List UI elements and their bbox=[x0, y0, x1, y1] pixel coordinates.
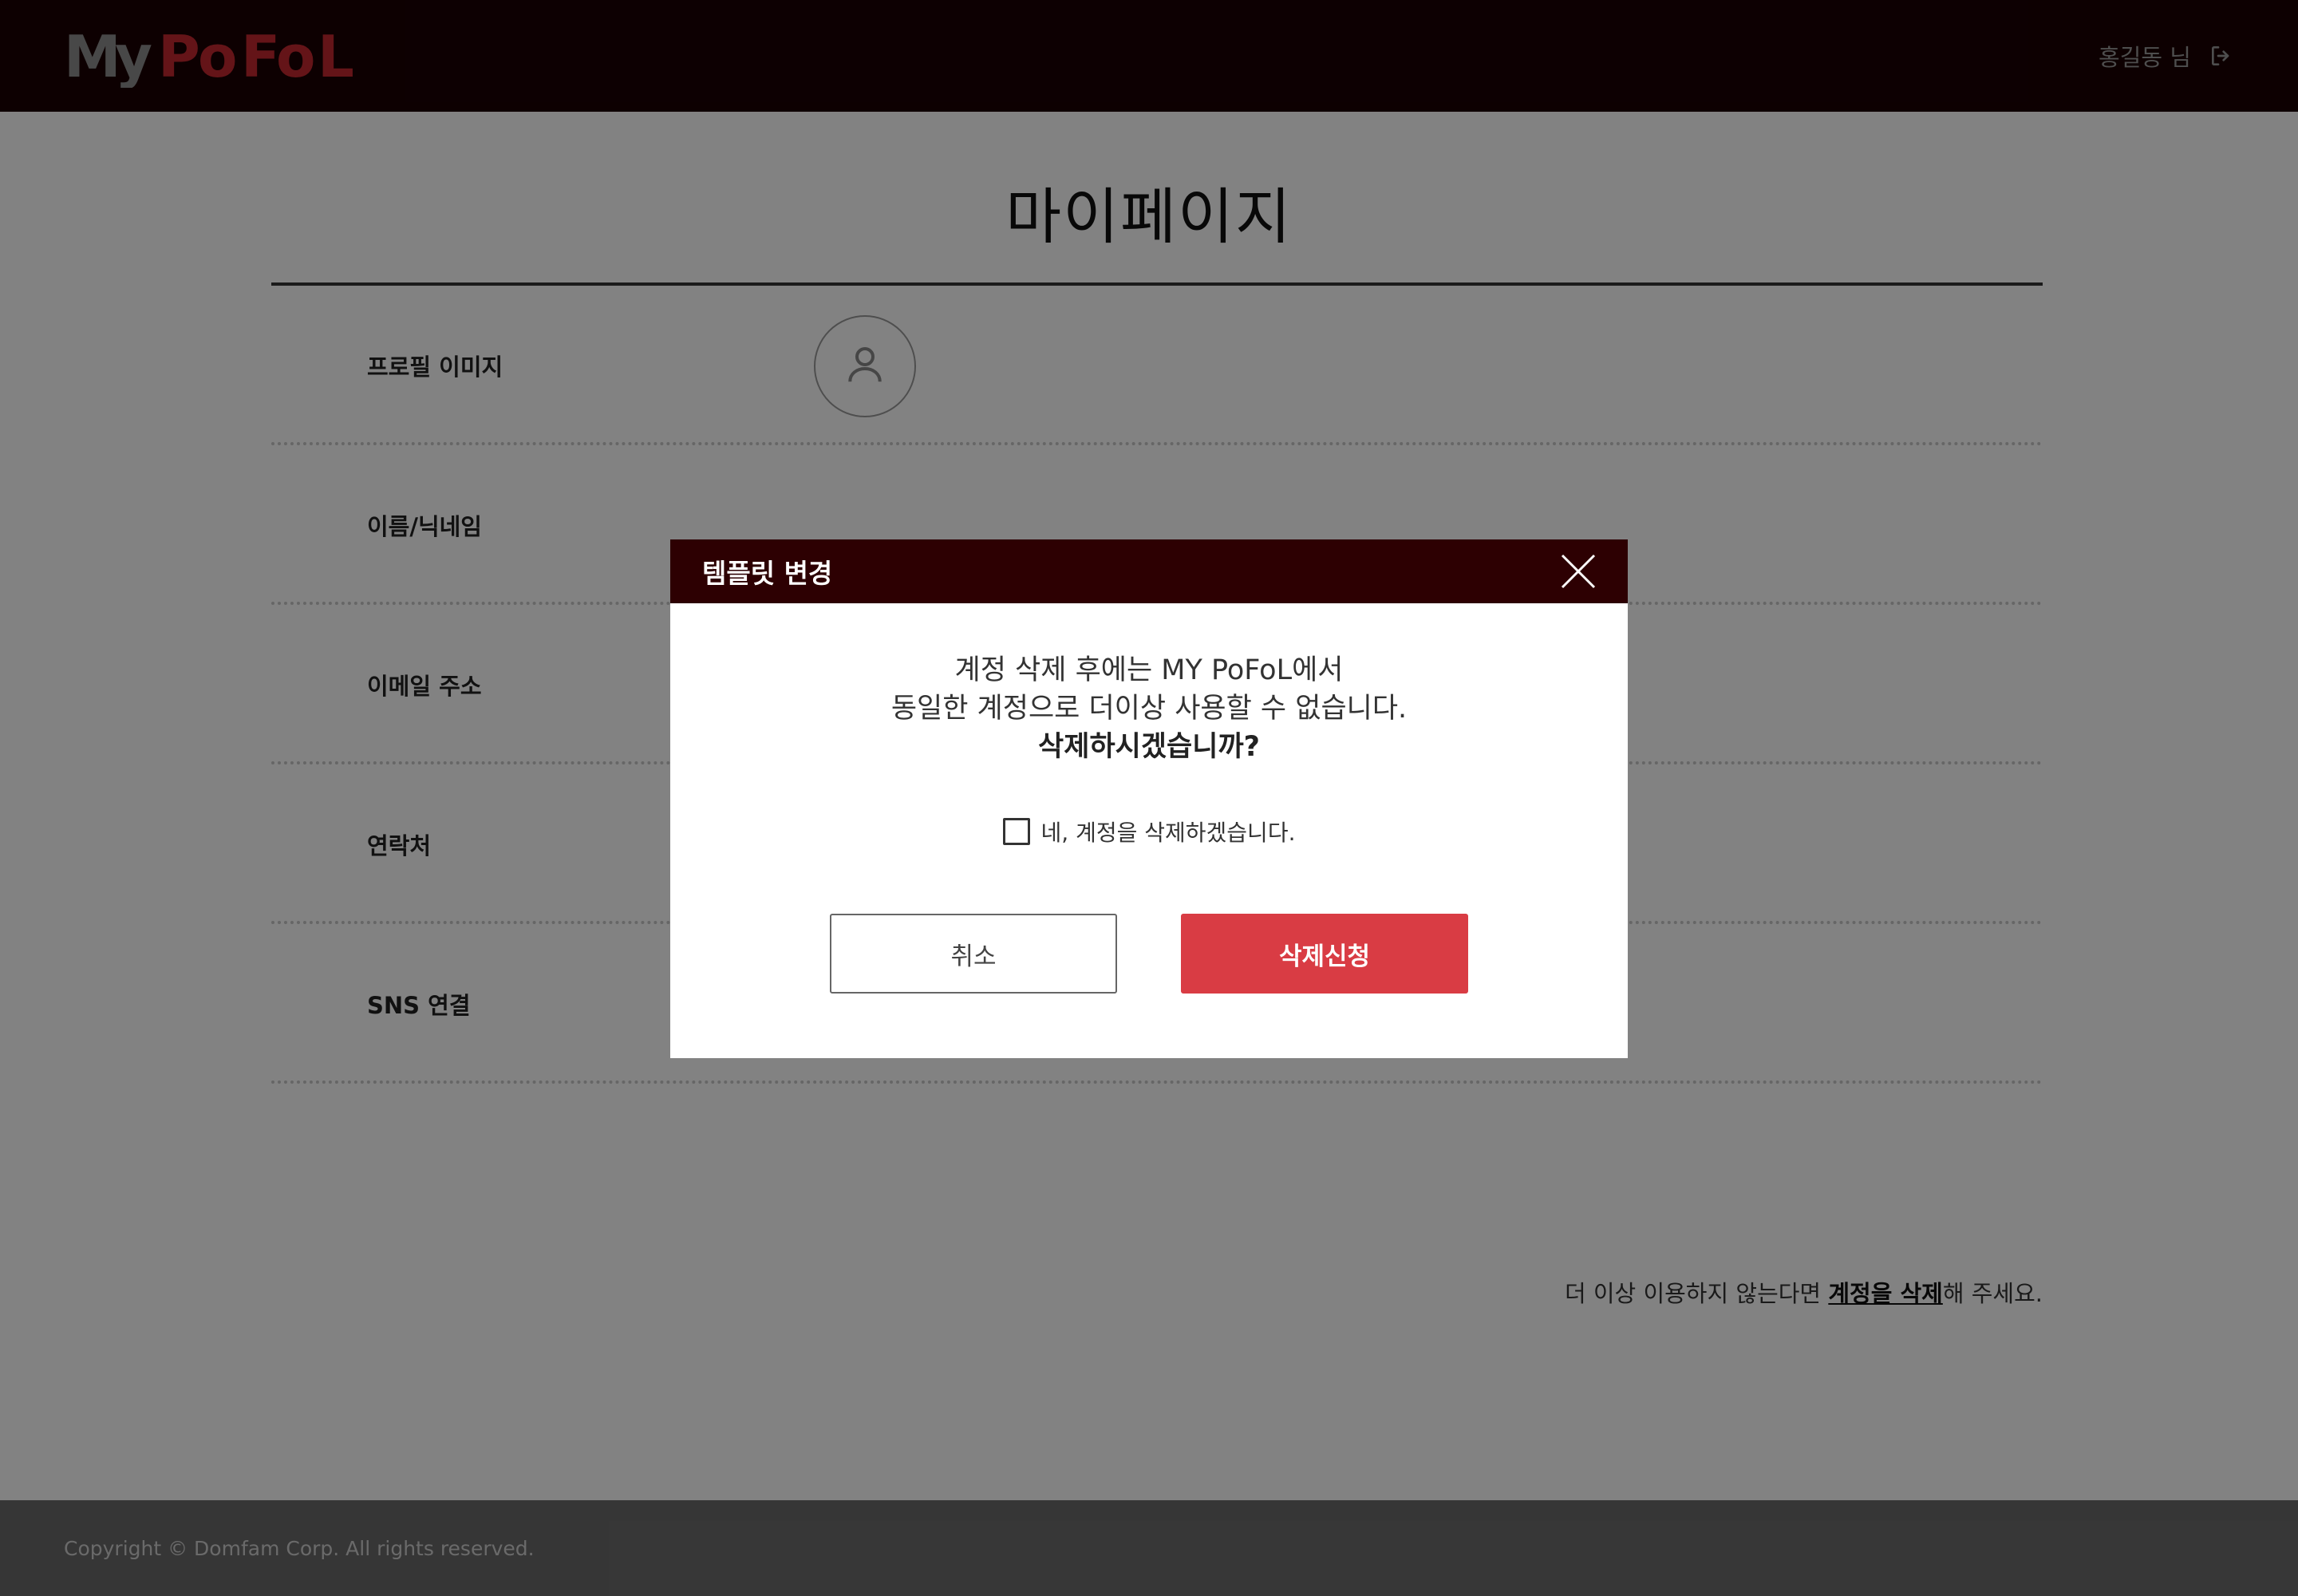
modal-body: 계정 삭제 후에는 MY PoFoL에서 동일한 계정으로 더이상 사용할 수 … bbox=[670, 603, 1628, 1058]
delete-account-modal: 템플릿 변경 계정 삭제 후에는 MY PoFoL에서 동일한 계정으로 더이상… bbox=[670, 539, 1628, 1058]
modal-message: 계정 삭제 후에는 MY PoFoL에서 동일한 계정으로 더이상 사용할 수 … bbox=[670, 651, 1628, 766]
confirm-checkbox[interactable] bbox=[1002, 818, 1030, 845]
modal-title: 템플릿 변경 bbox=[702, 558, 833, 589]
message-line-1: 계정 삭제 후에는 MY PoFoL에서 bbox=[954, 654, 1344, 686]
cancel-button[interactable]: 취소 bbox=[830, 914, 1117, 994]
message-confirm-question: 삭제하시겠습니까? bbox=[1038, 731, 1260, 763]
modal-header: 템플릿 변경 bbox=[670, 539, 1628, 603]
close-icon[interactable] bbox=[1561, 554, 1596, 589]
message-line-2: 동일한 계정으로 더이상 사용할 수 없습니다. bbox=[890, 693, 1408, 725]
delete-request-button[interactable]: 삭제신청 bbox=[1181, 914, 1468, 994]
confirm-checkbox-row[interactable]: 네, 계정을 삭제하겠습니다. bbox=[670, 816, 1628, 847]
confirm-checkbox-label[interactable]: 네, 계정을 삭제하겠습니다. bbox=[1041, 816, 1296, 847]
